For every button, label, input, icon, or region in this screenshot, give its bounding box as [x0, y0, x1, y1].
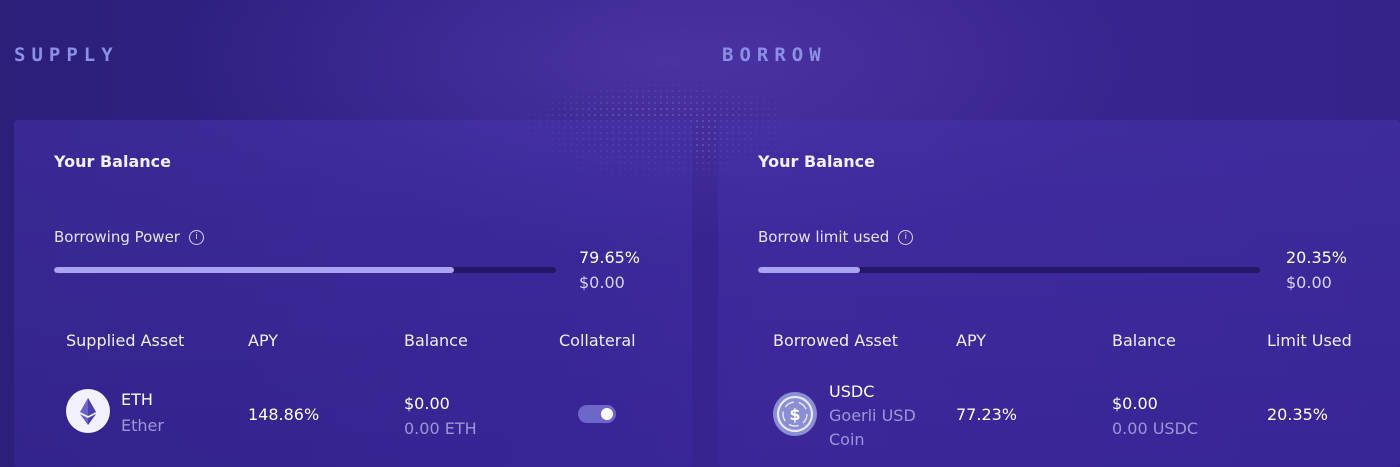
column-header-supplied-asset: Supplied Asset	[66, 331, 185, 350]
borrowing-power-progress-fill	[54, 267, 454, 273]
supply-balance-title: Your Balance	[54, 152, 171, 171]
borrow-balance-title: Your Balance	[758, 152, 875, 171]
asset-limit-used: 20.35%	[1267, 405, 1329, 424]
supply-section-title: SUPPLY	[14, 44, 119, 66]
borrow-limit-progress-bar	[758, 267, 1260, 273]
column-header-balance: Balance	[1112, 331, 1176, 350]
column-header-limit-used: Limit Used	[1267, 331, 1352, 350]
svg-text:$: $	[789, 405, 800, 424]
info-icon[interactable]: i	[188, 229, 204, 245]
asset-balance-token: 0.00 ETH	[404, 419, 477, 438]
borrowing-power-label: Borrowing Power i	[54, 228, 204, 246]
borrowing-power-progress-bar	[54, 267, 556, 273]
borrowing-power-text: Borrowing Power	[54, 228, 180, 246]
column-header-collateral: Collateral	[559, 331, 636, 350]
borrow-section-title: BORROW	[722, 44, 827, 66]
borrowing-power-amount: $0.00	[579, 273, 625, 292]
asset-apy: 77.23%	[956, 405, 1018, 424]
borrowing-power-percent: 79.65%	[579, 248, 641, 267]
asset-balance-usd: $0.00	[404, 394, 450, 413]
usdc-icon: $	[773, 392, 817, 436]
asset-balance-token: 0.00 USDC	[1112, 419, 1199, 438]
borrow-limit-label: Borrow limit used i	[758, 228, 914, 246]
asset-apy: 148.86%	[248, 405, 320, 424]
column-header-apy: APY	[956, 331, 987, 350]
borrow-limit-progress-fill	[758, 267, 861, 273]
asset-name-line1: Goerli USD	[829, 406, 916, 425]
column-header-apy: APY	[248, 331, 279, 350]
asset-symbol: USDC	[829, 382, 875, 401]
info-icon[interactable]: i	[898, 229, 914, 245]
borrow-card: Your Balance Borrow limit used i 20.35% …	[718, 120, 1400, 467]
supply-panel: SUPPLY Your Balance Borrowing Power i 79…	[0, 0, 700, 467]
column-header-borrowed-asset: Borrowed Asset	[773, 331, 898, 350]
ethereum-icon	[66, 389, 110, 433]
asset-balance-usd: $0.00	[1112, 394, 1158, 413]
borrow-limit-amount: $0.00	[1286, 273, 1332, 292]
column-header-balance: Balance	[404, 331, 468, 350]
borrow-limit-text: Borrow limit used	[758, 228, 890, 246]
borrow-limit-percent: 20.35%	[1286, 248, 1348, 267]
borrow-panel: BORROW Your Balance Borrow limit used i …	[706, 0, 1400, 467]
asset-name: Ether	[121, 416, 164, 435]
asset-symbol: ETH	[121, 390, 153, 409]
toggle-knob	[601, 408, 613, 420]
supply-card: Your Balance Borrowing Power i 79.65% $0…	[14, 120, 692, 467]
asset-name-line2: Coin	[829, 430, 865, 449]
collateral-toggle[interactable]	[578, 405, 616, 423]
